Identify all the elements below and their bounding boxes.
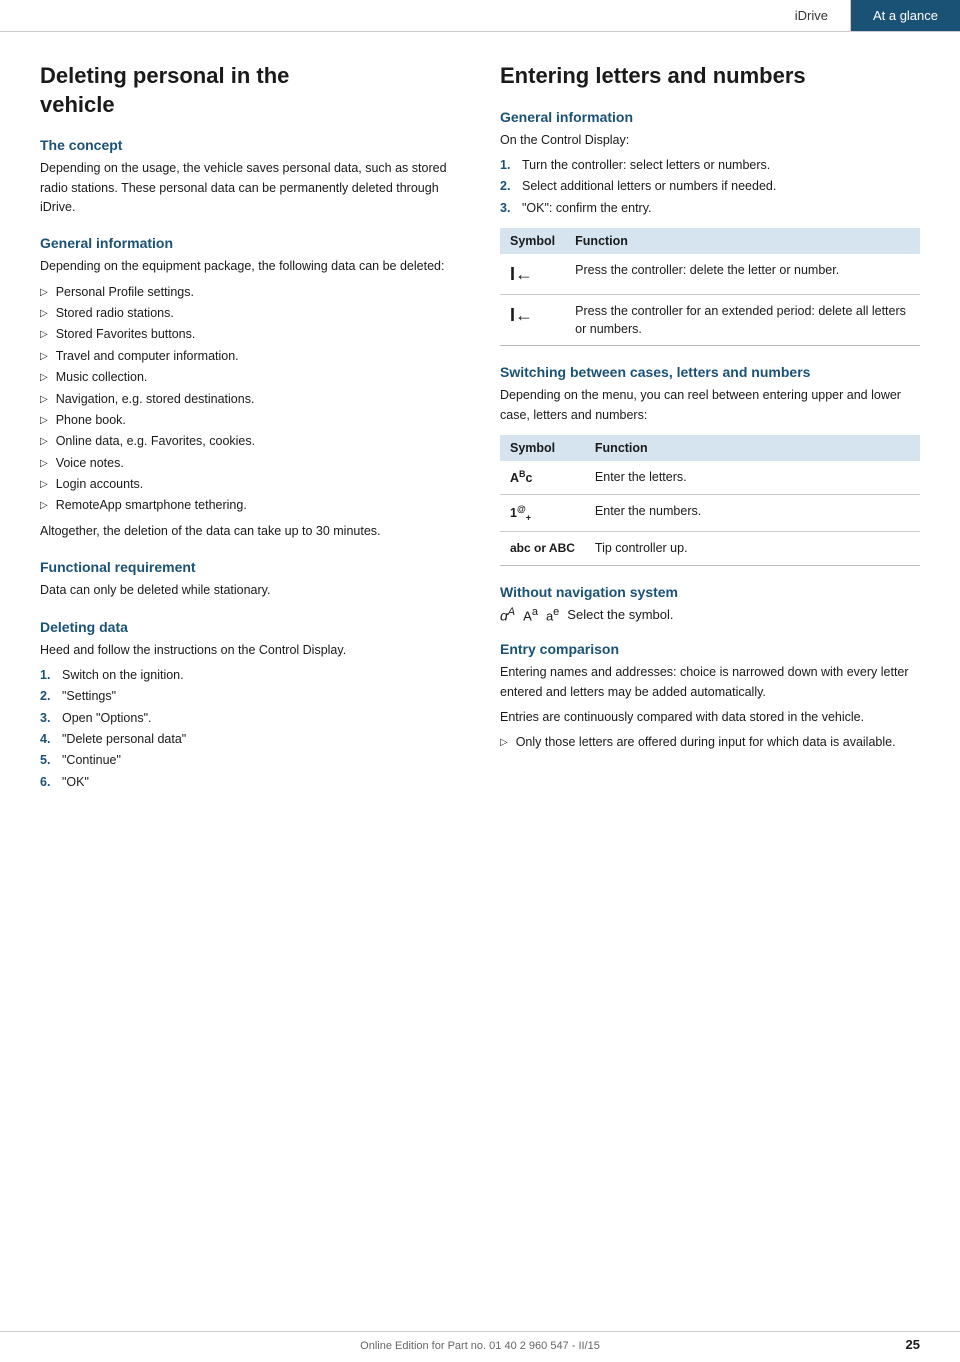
left-main-title: Deleting personal in the vehicle bbox=[40, 62, 460, 119]
list-item: Navigation, e.g. stored destinations. bbox=[40, 390, 460, 409]
list-item: RemoteApp smartphone tethering. bbox=[40, 496, 460, 515]
list-item: 2.Select additional letters or numbers i… bbox=[500, 177, 920, 196]
right-column: Entering letters and numbers General inf… bbox=[500, 62, 920, 798]
list-item: Only those letters are offered during in… bbox=[500, 733, 920, 752]
list-item: 1.Turn the controller: select letters or… bbox=[500, 156, 920, 175]
footer-text: Online Edition for Part no. 01 40 2 960 … bbox=[360, 1340, 600, 1352]
symbol-small-a: ae bbox=[546, 606, 559, 623]
table-row: ABc Enter the letters. bbox=[500, 461, 920, 495]
list-item: 3."OK": confirm the entry. bbox=[500, 199, 920, 218]
symbol-script-a: ɑA bbox=[500, 606, 515, 624]
symbol-cell: I← bbox=[500, 295, 565, 346]
list-item: Voice notes. bbox=[40, 454, 460, 473]
list-item: 3.Open "Options". bbox=[40, 709, 460, 728]
symbol-cell: 1@+ bbox=[500, 495, 585, 532]
list-item: Login accounts. bbox=[40, 475, 460, 494]
switching-body: Depending on the menu, you can reel betw… bbox=[500, 386, 920, 425]
function-cell: Enter the numbers. bbox=[585, 495, 920, 532]
list-item: Music collection. bbox=[40, 368, 460, 387]
entry-comparison-body1: Entering names and addresses: choice is … bbox=[500, 663, 920, 702]
without-nav-heading: Without navigation system bbox=[500, 584, 920, 600]
left-title-line2: vehicle bbox=[40, 92, 115, 117]
symbol-function-table-1: Symbol Function I← Press the controller:… bbox=[500, 228, 920, 346]
without-nav-select-text: Select the symbol. bbox=[567, 607, 673, 622]
main-content: Deleting personal in the vehicle The con… bbox=[0, 32, 960, 858]
symbol-function-table-2: Symbol Function ABc Enter the letters. 1… bbox=[500, 435, 920, 565]
without-nav-symbols-row: ɑA Aa ae Select the symbol. bbox=[500, 606, 920, 624]
table-col-symbol-1: Symbol bbox=[500, 228, 565, 254]
right-general-info-intro: On the Control Display: bbox=[500, 131, 920, 150]
symbol-cell: I← bbox=[500, 254, 565, 295]
right-general-info-heading: General information bbox=[500, 109, 920, 125]
functional-req-heading: Functional requirement bbox=[40, 559, 460, 575]
concept-heading: The concept bbox=[40, 137, 460, 153]
switching-heading: Switching between cases, letters and num… bbox=[500, 364, 920, 380]
list-item: Online data, e.g. Favorites, cookies. bbox=[40, 432, 460, 451]
left-column: Deleting personal in the vehicle The con… bbox=[40, 62, 460, 798]
at-glance-tab-label: At a glance bbox=[873, 8, 938, 23]
left-title-line1: Deleting personal in the bbox=[40, 63, 289, 88]
list-item: Stored radio stations. bbox=[40, 304, 460, 323]
functional-req-body: Data can only be deleted while stationar… bbox=[40, 581, 460, 600]
table-row: 1@+ Enter the numbers. bbox=[500, 495, 920, 532]
deleting-data-body: Heed and follow the instructions on the … bbox=[40, 641, 460, 660]
right-main-title: Entering letters and numbers bbox=[500, 62, 920, 91]
page-number: 25 bbox=[906, 1337, 920, 1352]
idrive-tab-label: iDrive bbox=[795, 8, 828, 23]
list-item: 4."Delete personal data" bbox=[40, 730, 460, 749]
list-item: 2."Settings" bbox=[40, 687, 460, 706]
list-item: 6."OK" bbox=[40, 773, 460, 792]
table-col-symbol-2: Symbol bbox=[500, 435, 585, 461]
tab-idrive[interactable]: iDrive bbox=[773, 0, 851, 31]
table-col-function-2: Function bbox=[585, 435, 920, 461]
symbol-cell: ABc bbox=[500, 461, 585, 495]
entry-comparison-heading: Entry comparison bbox=[500, 641, 920, 657]
table-row: abc or ABC Tip controller up. bbox=[500, 532, 920, 565]
symbol-cell: abc or ABC bbox=[500, 532, 585, 565]
steps-list: 1.Switch on the ignition. 2."Settings" 3… bbox=[40, 666, 460, 792]
list-item: Personal Profile settings. bbox=[40, 283, 460, 302]
entry-comparison-body2: Entries are continuously compared with d… bbox=[500, 708, 920, 727]
tab-at-glance[interactable]: At a glance bbox=[851, 0, 960, 31]
list-item: 1.Switch on the ignition. bbox=[40, 666, 460, 685]
deleting-data-heading: Deleting data bbox=[40, 619, 460, 635]
deletion-bullet-list: Personal Profile settings. Stored radio … bbox=[40, 283, 460, 516]
table-col-function-1: Function bbox=[565, 228, 920, 254]
table-row: I← Press the controller: delete the lett… bbox=[500, 254, 920, 295]
list-item: Travel and computer information. bbox=[40, 347, 460, 366]
top-navigation-bar: iDrive At a glance bbox=[0, 0, 960, 32]
list-item: 5."Continue" bbox=[40, 751, 460, 770]
list-item: Stored Favorites buttons. bbox=[40, 325, 460, 344]
footer-divider bbox=[0, 1331, 960, 1332]
function-cell: Press the controller for an extended per… bbox=[565, 295, 920, 346]
function-cell: Press the controller: delete the letter … bbox=[565, 254, 920, 295]
right-steps-list: 1.Turn the controller: select letters or… bbox=[500, 156, 920, 218]
left-general-info-body: Depending on the equipment package, the … bbox=[40, 257, 460, 276]
table-row: I← Press the controller for an extended … bbox=[500, 295, 920, 346]
list-item: Phone book. bbox=[40, 411, 460, 430]
function-cell: Enter the letters. bbox=[585, 461, 920, 495]
symbol-cap-a: Aa bbox=[523, 606, 538, 623]
concept-body: Depending on the usage, the vehicle save… bbox=[40, 159, 460, 217]
breadcrumb-area bbox=[0, 0, 773, 31]
footer: Online Edition for Part no. 01 40 2 960 … bbox=[0, 1340, 960, 1352]
left-general-info-heading: General information bbox=[40, 235, 460, 251]
function-cell: Tip controller up. bbox=[585, 532, 920, 565]
general-info-footer: Altogether, the deletion of the data can… bbox=[40, 522, 460, 541]
entry-comparison-bullets: Only those letters are offered during in… bbox=[500, 733, 920, 752]
